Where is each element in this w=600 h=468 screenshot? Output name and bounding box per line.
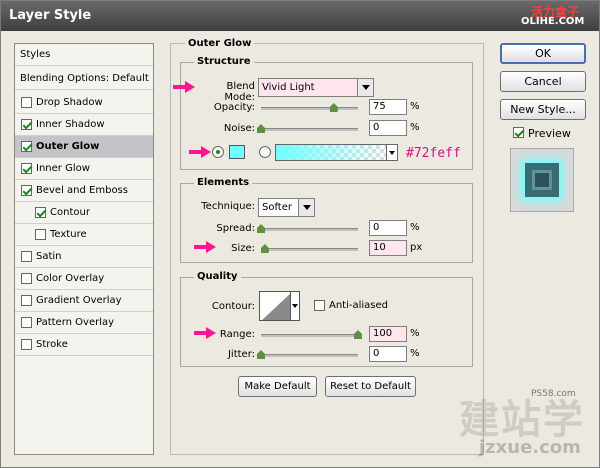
glow-gradient-picker[interactable]: [275, 144, 387, 161]
gradient-dropdown-icon[interactable]: [386, 144, 398, 161]
jitter-label: Jitter:: [227, 349, 255, 360]
sidebar-item-pattern-overlay[interactable]: Pattern Overlay: [15, 312, 153, 334]
title-bar[interactable]: Layer Style 活力盒子 OLIHE.COM: [1, 1, 599, 31]
sidebar-item-inner-glow[interactable]: Inner Glow: [15, 158, 153, 180]
contour-preview[interactable]: [259, 291, 291, 321]
color-overlay-checkbox[interactable]: [21, 273, 32, 284]
elements-title: Elements: [194, 177, 253, 188]
sidebar-item-drop-shadow[interactable]: Drop Shadow: [15, 92, 153, 114]
satin-checkbox[interactable]: [21, 251, 32, 262]
sidebar-item-bevel-emboss[interactable]: Bevel and Emboss: [15, 180, 153, 202]
jitter-slider-track[interactable]: [261, 354, 358, 357]
layer-style-dialog: Layer Style 活力盒子 OLIHE.COM Styles Blendi…: [0, 0, 600, 468]
dialog-title: Layer Style: [9, 8, 92, 23]
noise-label: Noise:: [223, 123, 255, 134]
chevron-down-icon[interactable]: [298, 199, 314, 216]
watermark-en: OLIHE.COM: [521, 16, 585, 27]
texture-checkbox[interactable]: [35, 229, 46, 240]
range-label: Range:: [219, 329, 255, 340]
new-style-button[interactable]: New Style...: [500, 99, 586, 120]
sidebar-item-outer-glow[interactable]: Outer Glow: [15, 136, 153, 158]
anti-aliased-label: Anti-aliased: [329, 300, 389, 311]
opacity-input[interactable]: 75: [369, 99, 407, 115]
noise-slider-track[interactable]: [261, 128, 358, 131]
contour-linear-icon: [262, 293, 290, 320]
gradient-radio[interactable]: [259, 146, 271, 158]
sidebar-item-texture[interactable]: Texture: [15, 224, 153, 246]
glow-color-swatch[interactable]: [229, 145, 245, 159]
glow-color-hex: #72feff: [406, 146, 461, 161]
range-slider-track[interactable]: [261, 334, 358, 337]
size-input[interactable]: 10: [369, 240, 407, 256]
sidebar-item-stroke[interactable]: Stroke: [15, 334, 153, 356]
chevron-down-icon[interactable]: [357, 79, 373, 96]
spread-slider-track[interactable]: [261, 228, 358, 231]
jitter-input[interactable]: 0: [369, 346, 407, 362]
blend-mode-label: Blend Mode:: [224, 81, 255, 103]
technique-select[interactable]: Softer: [258, 198, 315, 217]
anti-aliased-checkbox[interactable]: [314, 300, 325, 311]
ok-button[interactable]: OK: [500, 43, 586, 64]
spread-label: Spread:: [216, 223, 255, 234]
styles-sidebar: Styles Blending Options: Default Drop Sh…: [14, 43, 154, 455]
sidebar-item-gradient-overlay[interactable]: Gradient Overlay: [15, 290, 153, 312]
preview-label: Preview: [528, 127, 571, 140]
range-input[interactable]: 100: [369, 326, 407, 342]
bevel-emboss-checkbox[interactable]: [21, 185, 32, 196]
reset-to-default-button[interactable]: Reset to Default: [325, 376, 416, 397]
stroke-checkbox[interactable]: [21, 339, 32, 350]
preview-thumbnail: [525, 163, 559, 197]
size-label: Size:: [231, 243, 255, 254]
sidebar-item-inner-shadow[interactable]: Inner Shadow: [15, 114, 153, 136]
blend-mode-select[interactable]: Vivid Light: [258, 78, 374, 97]
sidebar-item-satin[interactable]: Satin: [15, 246, 153, 268]
panel-title: Outer Glow: [185, 38, 255, 49]
contour-checkbox[interactable]: [35, 207, 46, 218]
style-preview: [510, 148, 574, 212]
highlight-arrow-icon: [173, 81, 195, 93]
contour-dropdown-icon[interactable]: [290, 291, 300, 321]
highlight-arrow-icon: [189, 146, 211, 158]
outer-glow-checkbox[interactable]: [21, 141, 32, 152]
opacity-label: Opacity:: [213, 102, 255, 113]
watermark-small: jzxue.com: [479, 437, 581, 458]
sidebar-item-color-overlay[interactable]: Color Overlay: [15, 268, 153, 290]
sidebar-item-contour[interactable]: Contour: [15, 202, 153, 224]
pattern-overlay-checkbox[interactable]: [21, 317, 32, 328]
technique-label: Technique:: [201, 201, 255, 212]
contour-label: Contour:: [211, 301, 255, 312]
cancel-button[interactable]: Cancel: [500, 71, 586, 92]
drop-shadow-checkbox[interactable]: [21, 97, 32, 108]
gradient-overlay-checkbox[interactable]: [21, 295, 32, 306]
preview-checkbox[interactable]: [513, 127, 524, 138]
structure-title: Structure: [194, 56, 254, 67]
solid-color-radio[interactable]: [212, 146, 224, 158]
opacity-slider-track[interactable]: [261, 107, 358, 110]
noise-input[interactable]: 0: [369, 120, 407, 136]
sidebar-item-blending-options[interactable]: Blending Options: Default: [15, 68, 153, 90]
inner-glow-checkbox[interactable]: [21, 163, 32, 174]
make-default-button[interactable]: Make Default: [238, 376, 317, 397]
sidebar-item-styles[interactable]: Styles: [15, 44, 153, 66]
inner-shadow-checkbox[interactable]: [21, 119, 32, 130]
spread-input[interactable]: 0: [369, 220, 407, 236]
size-slider-track[interactable]: [261, 248, 358, 251]
quality-title: Quality: [194, 271, 241, 282]
